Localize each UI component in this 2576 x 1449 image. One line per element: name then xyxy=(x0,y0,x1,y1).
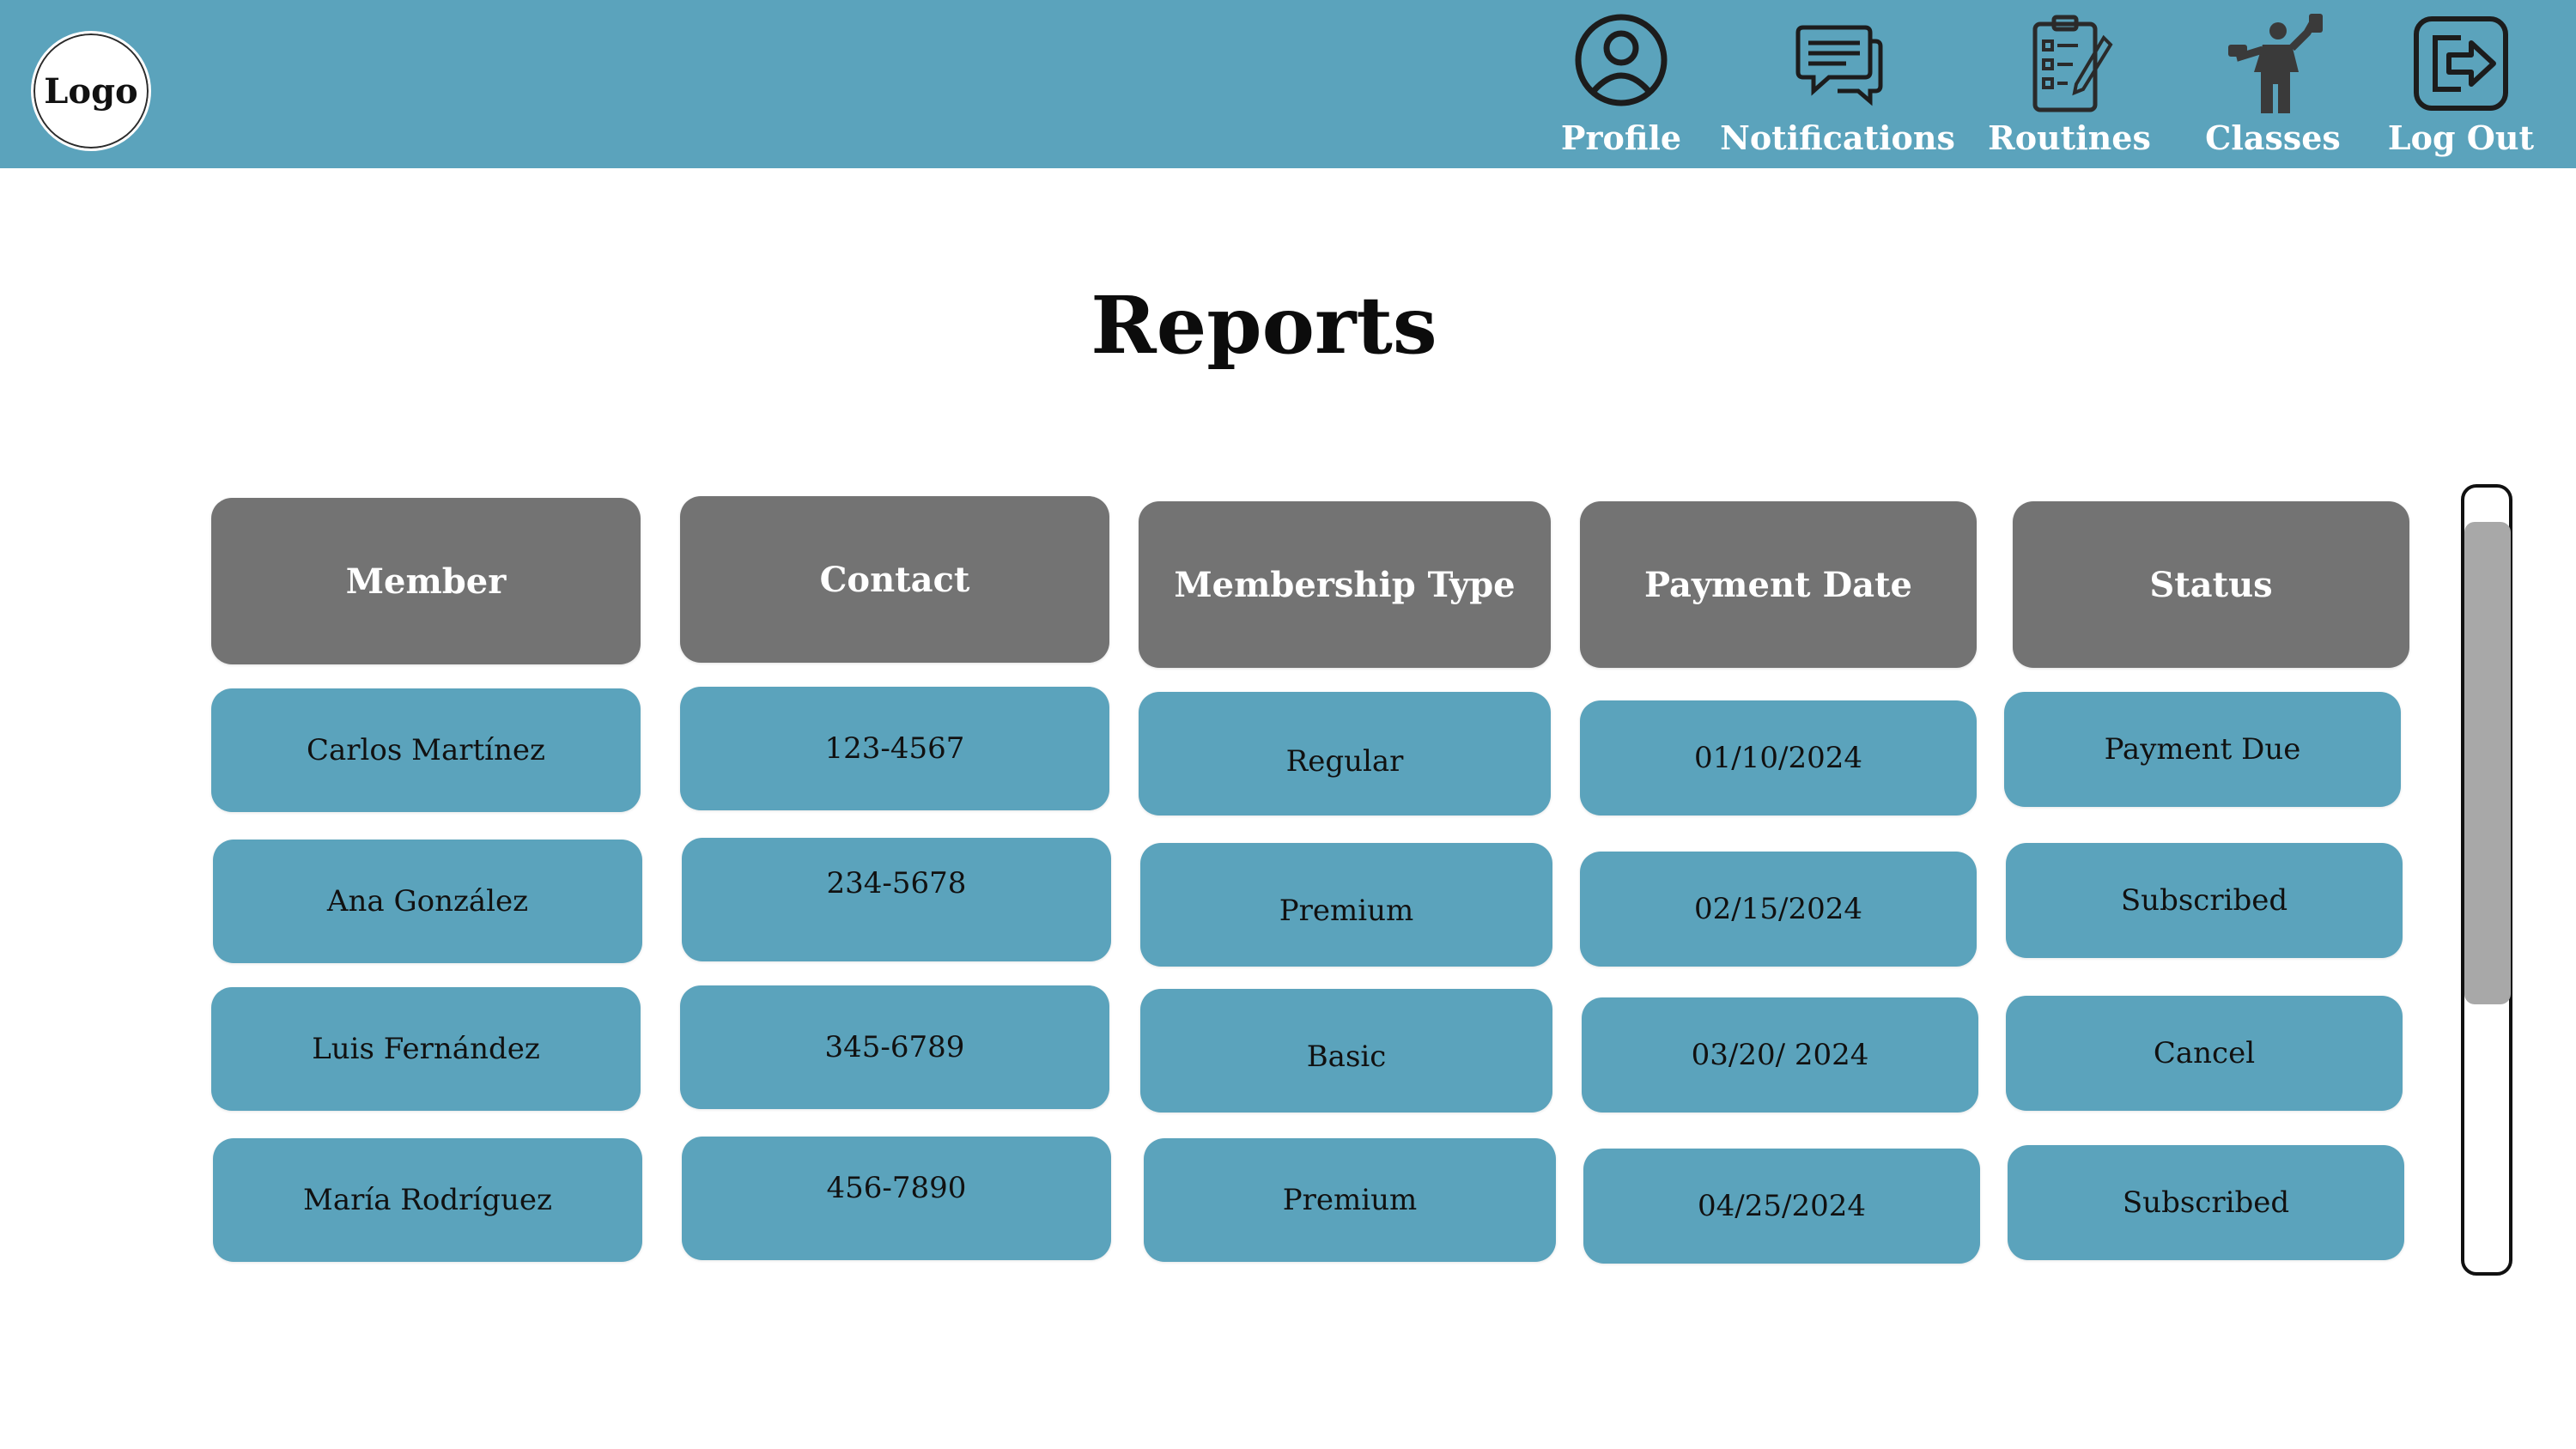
column-header-membership-type[interactable]: Membership Type xyxy=(1139,501,1551,668)
nav-item-notifications[interactable]: Notifications xyxy=(1719,0,1956,168)
cell-member[interactable]: Luis Fernández xyxy=(211,987,641,1111)
nav-label-notifications: Notifications xyxy=(1720,118,1955,157)
cell-contact[interactable]: 345-6789 xyxy=(680,985,1109,1109)
nav-label-routines: Routines xyxy=(1988,118,2151,157)
nav-label-profile: Profile xyxy=(1560,118,1682,157)
column-header-payment-date[interactable]: Payment Date xyxy=(1580,501,1977,668)
logo-text: Logo xyxy=(44,70,138,112)
top-navigation-bar: Logo Profile Notifications Routines Clas… xyxy=(0,0,2576,168)
cell-payment-date[interactable]: 03/20/ 2024 xyxy=(1582,997,1978,1113)
log-out-icon xyxy=(2409,12,2512,115)
cell-membership-type[interactable]: Premium xyxy=(1140,843,1552,967)
page-title: Reports xyxy=(1091,279,1437,372)
cell-membership-type[interactable]: Regular xyxy=(1139,692,1551,815)
cell-contact[interactable]: 123-4567 xyxy=(680,687,1109,810)
cell-payment-date[interactable]: 04/25/2024 xyxy=(1583,1149,1980,1264)
cell-member[interactable]: Carlos Martínez xyxy=(211,688,641,812)
notifications-icon xyxy=(1786,12,1889,115)
nav-label-classes: Classes xyxy=(2205,118,2341,157)
cell-membership-type[interactable]: Premium xyxy=(1144,1138,1556,1262)
cell-payment-date[interactable]: 01/10/2024 xyxy=(1580,700,1977,815)
cell-status[interactable]: Subscribed xyxy=(2008,1145,2404,1260)
cell-payment-date[interactable]: 02/15/2024 xyxy=(1580,852,1977,967)
column-header-member[interactable]: Member xyxy=(211,498,641,664)
cell-contact[interactable]: 234-5678 xyxy=(682,838,1111,961)
cell-contact[interactable]: 456-7890 xyxy=(682,1137,1111,1260)
cell-status[interactable]: Payment Due xyxy=(2004,692,2401,807)
nav-item-log-out[interactable]: Log Out xyxy=(2387,0,2535,168)
cell-status[interactable]: Subscribed xyxy=(2006,843,2403,958)
column-header-status[interactable]: Status xyxy=(2013,501,2409,668)
cell-status[interactable]: Cancel xyxy=(2006,996,2403,1111)
cell-member[interactable]: María Rodríguez xyxy=(213,1138,642,1262)
classes-icon xyxy=(2221,12,2324,115)
scrollbar-thumb[interactable] xyxy=(2464,522,2511,1004)
nav-item-classes[interactable]: Classes xyxy=(2203,0,2342,168)
logo[interactable]: Logo xyxy=(31,31,151,151)
nav-item-profile[interactable]: Profile xyxy=(1556,0,1686,168)
nav-item-routines[interactable]: Routines xyxy=(1988,0,2151,168)
cell-member[interactable]: Ana González xyxy=(213,840,642,963)
routines-icon xyxy=(2018,12,2121,115)
profile-icon xyxy=(1570,12,1673,115)
nav-label-log-out: Log Out xyxy=(2387,118,2535,157)
column-header-contact[interactable]: Contact xyxy=(680,496,1109,663)
cell-membership-type[interactable]: Basic xyxy=(1140,989,1552,1113)
